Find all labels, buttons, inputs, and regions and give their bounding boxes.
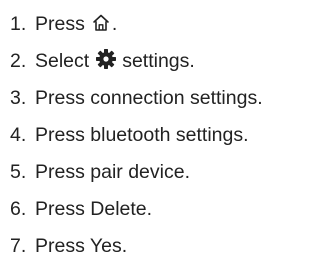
step-1: 1. Press .: [10, 6, 263, 43]
step-text: Press: [35, 13, 85, 35]
home-icon: [91, 13, 111, 33]
step-text: Press bluetooth settings.: [35, 124, 249, 146]
step-number: 1.: [10, 13, 27, 35]
step-text: Press pair device.: [35, 161, 190, 183]
step-7: 7. Press Yes.: [10, 228, 263, 265]
instruction-list: 1. Press . 2. Select settings. 3. Press …: [10, 6, 263, 265]
step-number: 5.: [10, 161, 27, 183]
step-number: 2.: [10, 50, 27, 72]
step-text: Press Delete.: [35, 198, 153, 220]
step-2: 2. Select settings.: [10, 43, 263, 80]
step-4: 4. Press bluetooth settings.: [10, 117, 263, 154]
step-text: Press connection settings.: [35, 87, 263, 109]
step-number: 3.: [10, 87, 27, 109]
step-text-end: .: [111, 13, 118, 35]
step-number: 4.: [10, 124, 27, 146]
step-text-end: settings.: [122, 50, 195, 72]
step-text: Press Yes.: [35, 235, 128, 257]
step-number: 6.: [10, 198, 27, 220]
step-text: Select: [35, 50, 90, 72]
gear-icon: [95, 48, 117, 70]
step-5: 5. Press pair device.: [10, 154, 263, 191]
step-3: 3. Press connection settings.: [10, 80, 263, 117]
step-number: 7.: [10, 235, 27, 257]
step-6: 6. Press Delete.: [10, 191, 263, 228]
